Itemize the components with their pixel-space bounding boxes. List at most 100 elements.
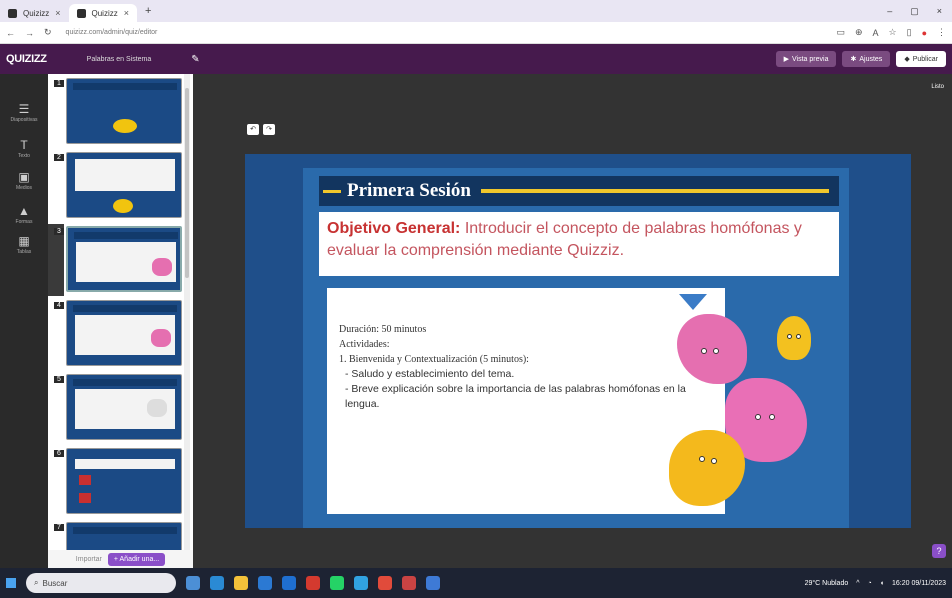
thumb-card xyxy=(66,78,182,144)
menu-icon[interactable]: ⋮ xyxy=(937,27,946,38)
wifi-icon[interactable]: ◔ xyxy=(868,580,872,587)
office-icon[interactable] xyxy=(402,576,416,590)
maximize-icon[interactable]: ▢ xyxy=(910,6,919,17)
rail-label: Texto xyxy=(18,153,30,159)
yellow-blob-illustration[interactable] xyxy=(777,316,811,360)
publish-button[interactable]: ◆ Publicar xyxy=(896,51,946,67)
browser-tab-2[interactable]: Quizizz × xyxy=(68,4,137,22)
rail-media[interactable]: ▣ Medios xyxy=(0,170,48,191)
chrome-icon[interactable] xyxy=(378,576,392,590)
quizizz-logo[interactable]: QUIZIZZ xyxy=(6,53,47,65)
close-tab-icon[interactable]: × xyxy=(55,8,60,18)
minimize-icon[interactable]: – xyxy=(887,6,892,17)
settings-label: Ajustes xyxy=(859,55,883,63)
new-tab-icon[interactable]: + xyxy=(145,5,151,17)
quizizz-favicon-icon xyxy=(8,8,17,18)
content-line: Actividades: xyxy=(339,339,390,350)
forward-icon[interactable]: → xyxy=(25,28,34,38)
weather-widget[interactable]: 29°C Nublado xyxy=(805,580,849,587)
slide-thumbnail[interactable]: 2 xyxy=(48,152,188,218)
word-icon[interactable] xyxy=(426,576,440,590)
windows-start-icon[interactable] xyxy=(6,578,16,588)
add-slide-button[interactable]: + Añadir una... xyxy=(107,552,166,566)
slide-number: 2 xyxy=(54,154,64,161)
taskbar-search[interactable]: ⌕ Buscar xyxy=(26,573,176,593)
preview-button[interactable]: ▶ Vista previa xyxy=(775,51,837,67)
triangle-shape[interactable] xyxy=(679,294,707,310)
import-button[interactable]: Importar xyxy=(76,556,102,563)
close-tab-icon[interactable]: × xyxy=(124,8,129,18)
translate-icon[interactable]: A xyxy=(873,28,879,38)
save-status: Listo xyxy=(931,84,944,90)
slide-title-bar[interactable]: Primera Sesión xyxy=(319,176,839,206)
slide-number: 4 xyxy=(54,302,64,309)
eye-shape xyxy=(787,334,792,339)
edit-title-icon[interactable]: ✎ xyxy=(191,54,199,65)
thumb-title-bar xyxy=(73,305,177,312)
app-icon[interactable] xyxy=(354,576,368,590)
mail-icon[interactable] xyxy=(282,576,296,590)
undo-icon[interactable]: ↶ xyxy=(247,124,259,135)
thumb-card xyxy=(66,300,182,366)
slide-thumbnail[interactable]: 5 xyxy=(48,374,188,440)
store-icon[interactable] xyxy=(258,576,272,590)
cast-icon[interactable]: ▭ xyxy=(836,27,845,38)
zoom-icon[interactable]: ⊕ xyxy=(855,27,863,38)
reload-icon[interactable]: ↻ xyxy=(44,27,52,38)
publish-icon: ◆ xyxy=(904,56,910,63)
redo-icon[interactable]: ↷ xyxy=(263,124,275,135)
window-controls: – ▢ × xyxy=(887,6,952,17)
slides-icon: ☰ xyxy=(18,102,30,116)
slide-thumbnail[interactable]: 4 xyxy=(48,300,188,366)
file-explorer-icon[interactable] xyxy=(234,576,248,590)
rail-shapes[interactable]: ▲ Formas xyxy=(0,204,48,225)
rail-text[interactable]: T Texto xyxy=(0,138,48,159)
settings-button[interactable]: ✱ Ajustes xyxy=(842,51,891,67)
volume-icon[interactable]: ◖ xyxy=(880,580,884,587)
quizizz-header: QUIZIZZ Palabras en Sistema ✎ ▶ Vista pr… xyxy=(0,44,952,74)
toolbar-icons: ▭ ⊕ A ☆ ▯ ● ⋮ xyxy=(836,27,946,38)
content-line: Duración: 50 minutos xyxy=(339,324,427,335)
tab-label: Quizizz xyxy=(23,8,50,18)
task-view-icon[interactable] xyxy=(186,576,200,590)
youtube-icon[interactable] xyxy=(306,576,320,590)
presentation-title[interactable]: Palabras en Sistema xyxy=(87,56,152,63)
url-field[interactable]: quizizz.com/admin/quiz/editor xyxy=(62,26,827,40)
slide-editor: Listo ↶ ↷ Primera Sesión Objetivo Genera… xyxy=(193,74,952,568)
thumb-title-bar xyxy=(73,379,177,386)
bookmark-icon[interactable]: ☆ xyxy=(889,27,897,38)
edge-icon[interactable] xyxy=(210,576,224,590)
rail-slides[interactable]: ☰ Diapositivas xyxy=(0,102,48,123)
scrollbar-thumb[interactable] xyxy=(185,88,189,278)
preview-label: Vista previa xyxy=(792,55,829,63)
slide-canvas[interactable]: Primera Sesión Objetivo General: Introdu… xyxy=(245,154,911,528)
slide-thumbnail[interactable]: 7 xyxy=(48,522,188,552)
sidebar-icon[interactable]: ▯ xyxy=(907,27,912,38)
clock-date: 09/11/2023 xyxy=(911,579,946,587)
eye-shape xyxy=(699,456,705,462)
objective-box[interactable]: Objetivo General: Introducir el concepto… xyxy=(319,212,839,276)
address-bar: ← → ↻ quizizz.com/admin/quiz/editor ▭ ⊕ … xyxy=(0,22,952,44)
slides-scrollbar[interactable] xyxy=(184,74,190,568)
whatsapp-icon[interactable] xyxy=(330,576,344,590)
help-button[interactable]: ? xyxy=(932,544,946,558)
eye-shape xyxy=(701,348,707,354)
profile-icon[interactable]: ● xyxy=(922,28,927,38)
thumb-card xyxy=(66,448,182,514)
thumb-blob-icon xyxy=(152,258,172,276)
text-icon: T xyxy=(20,138,28,152)
slide-title[interactable]: Primera Sesión xyxy=(347,180,471,202)
clock[interactable]: 16:20 09/11/2023 xyxy=(892,580,946,587)
slide-thumbnail[interactable]: 1 xyxy=(48,78,188,144)
chevron-up-icon[interactable]: ^ xyxy=(856,580,859,587)
rail-tables[interactable]: ▦ Tablas xyxy=(0,234,48,255)
rail-label: Tablas xyxy=(16,249,32,255)
slide-thumbnail-selected[interactable]: 3 xyxy=(48,226,188,292)
content-box[interactable]: Duración: 50 minutos Actividades: 1. Bie… xyxy=(327,288,725,514)
play-icon: ▶ xyxy=(783,56,790,63)
slide-thumbnail[interactable]: 6 xyxy=(48,448,188,514)
close-window-icon[interactable]: × xyxy=(937,6,942,17)
thumb-text-box xyxy=(75,459,175,469)
back-icon[interactable]: ← xyxy=(6,28,15,38)
browser-tab-1[interactable]: Quizizz × xyxy=(0,4,69,22)
